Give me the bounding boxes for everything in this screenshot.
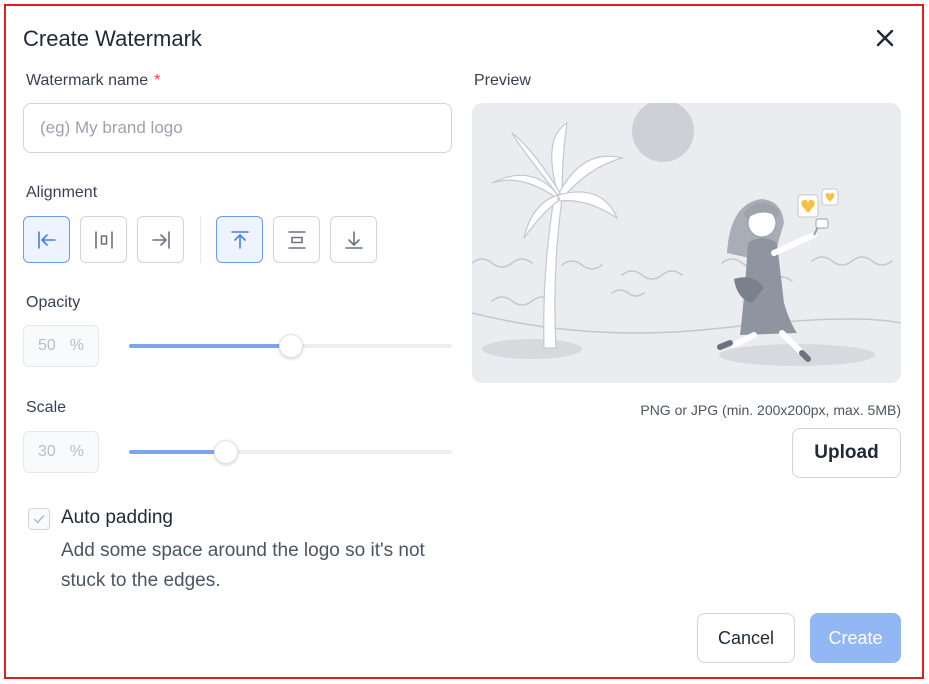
dialog-title: Create Watermark bbox=[23, 26, 202, 51]
cancel-button[interactable]: Cancel bbox=[697, 613, 795, 663]
auto-padding-description: Add some space around the logo so it's n… bbox=[61, 540, 425, 591]
preview-image bbox=[472, 103, 901, 383]
align-right-icon bbox=[151, 230, 170, 249]
align-top-icon bbox=[230, 230, 249, 249]
scale-label: Scale bbox=[26, 399, 67, 416]
scale-value: 30 bbox=[37, 443, 56, 460]
align-bottom-icon bbox=[344, 230, 363, 249]
upload-hint: PNG or JPG (min. 200x200px, max. 5MB) bbox=[640, 402, 901, 418]
close-icon[interactable] bbox=[873, 26, 897, 50]
auto-padding-label: Auto padding bbox=[61, 507, 173, 528]
align-left-icon bbox=[37, 230, 56, 249]
upload-button[interactable]: Upload bbox=[792, 428, 901, 478]
align-top-button[interactable] bbox=[216, 216, 263, 263]
opacity-slider-fill bbox=[129, 344, 291, 348]
beach-selfie-illustration bbox=[472, 103, 901, 366]
align-right-button[interactable] bbox=[137, 216, 184, 263]
align-middle-button[interactable] bbox=[273, 216, 320, 263]
watermark-name-label: Watermark name * bbox=[26, 72, 161, 89]
align-center-horizontal-button[interactable] bbox=[80, 216, 127, 263]
align-bottom-button[interactable] bbox=[330, 216, 377, 263]
align-center-horizontal-icon bbox=[94, 230, 113, 249]
required-mark: * bbox=[154, 72, 161, 89]
scale-slider-fill bbox=[129, 450, 226, 454]
auto-padding-checkbox[interactable] bbox=[28, 508, 50, 530]
watermark-name-input[interactable] bbox=[23, 103, 452, 153]
opacity-label: Opacity bbox=[26, 294, 81, 311]
create-button[interactable]: Create bbox=[810, 613, 901, 663]
scale-slider-thumb[interactable] bbox=[213, 440, 238, 464]
alignment-divider bbox=[200, 216, 201, 263]
opacity-unit: % bbox=[69, 337, 85, 354]
opacity-input[interactable]: 50 % bbox=[23, 325, 99, 367]
scale-unit: % bbox=[69, 443, 85, 460]
align-left-button[interactable] bbox=[23, 216, 70, 263]
scale-slider[interactable] bbox=[129, 440, 452, 464]
align-middle-icon bbox=[287, 230, 306, 249]
preview-label: Preview bbox=[474, 72, 531, 89]
scale-input[interactable]: 30 % bbox=[23, 431, 99, 473]
check-icon bbox=[33, 515, 45, 524]
opacity-slider[interactable] bbox=[129, 334, 452, 358]
opacity-value: 50 bbox=[37, 337, 56, 354]
opacity-slider-thumb[interactable] bbox=[278, 334, 303, 358]
alignment-label: Alignment bbox=[26, 184, 98, 201]
